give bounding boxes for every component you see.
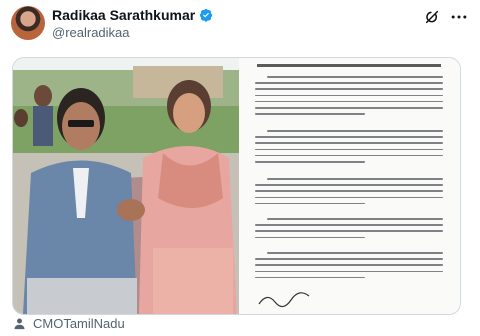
signature-block xyxy=(257,290,317,314)
post-header: Radikaa Sarathkumar @realradikaa xyxy=(0,0,480,50)
verified-badge-icon xyxy=(200,8,213,22)
letter-document xyxy=(239,58,460,314)
letter-text-line xyxy=(255,100,443,103)
letter-text-line xyxy=(255,202,365,205)
letter-text-line xyxy=(255,88,443,90)
grok-icon[interactable] xyxy=(424,9,440,25)
letter-text-line xyxy=(267,252,443,254)
letter-text-line xyxy=(255,236,365,239)
letter-text-line xyxy=(255,258,443,260)
letter-text-line xyxy=(255,148,443,151)
letter-text-line xyxy=(255,224,443,226)
letter-text-line xyxy=(267,130,443,132)
letter-text-line xyxy=(255,184,443,186)
more-options-icon[interactable] xyxy=(449,9,469,25)
tagged-user[interactable]: CMOTamilNadu xyxy=(33,316,125,331)
letter-text-line xyxy=(255,196,443,199)
letter-text-line xyxy=(267,178,443,180)
letter-text-line xyxy=(255,136,443,138)
letter-text-line xyxy=(255,161,365,163)
letter-text-line xyxy=(255,264,443,266)
letter-text-line xyxy=(255,82,443,84)
letter-text-line xyxy=(255,270,443,273)
display-name-row[interactable]: Radikaa Sarathkumar xyxy=(52,7,213,23)
letter-text-line xyxy=(255,107,443,109)
letter-text-line xyxy=(255,230,443,232)
letter-text-line xyxy=(255,276,365,279)
letter-text-line xyxy=(255,113,365,115)
letter-text-line xyxy=(267,218,443,220)
post-media[interactable] xyxy=(12,57,461,315)
user-handle[interactable]: @realradikaa xyxy=(52,25,130,40)
letter-text-line xyxy=(267,76,443,78)
letter-heading xyxy=(257,64,441,67)
display-name[interactable]: Radikaa Sarathkumar xyxy=(52,7,195,23)
tagged-users[interactable]: CMOTamilNadu xyxy=(12,316,125,331)
post-photo[interactable] xyxy=(13,58,239,314)
letter-text-line xyxy=(255,94,443,97)
avatar[interactable] xyxy=(11,6,45,40)
letter-text-line xyxy=(255,190,443,192)
person-icon xyxy=(14,318,25,330)
letter-text-line xyxy=(255,142,443,144)
letter-text-line xyxy=(255,154,443,157)
